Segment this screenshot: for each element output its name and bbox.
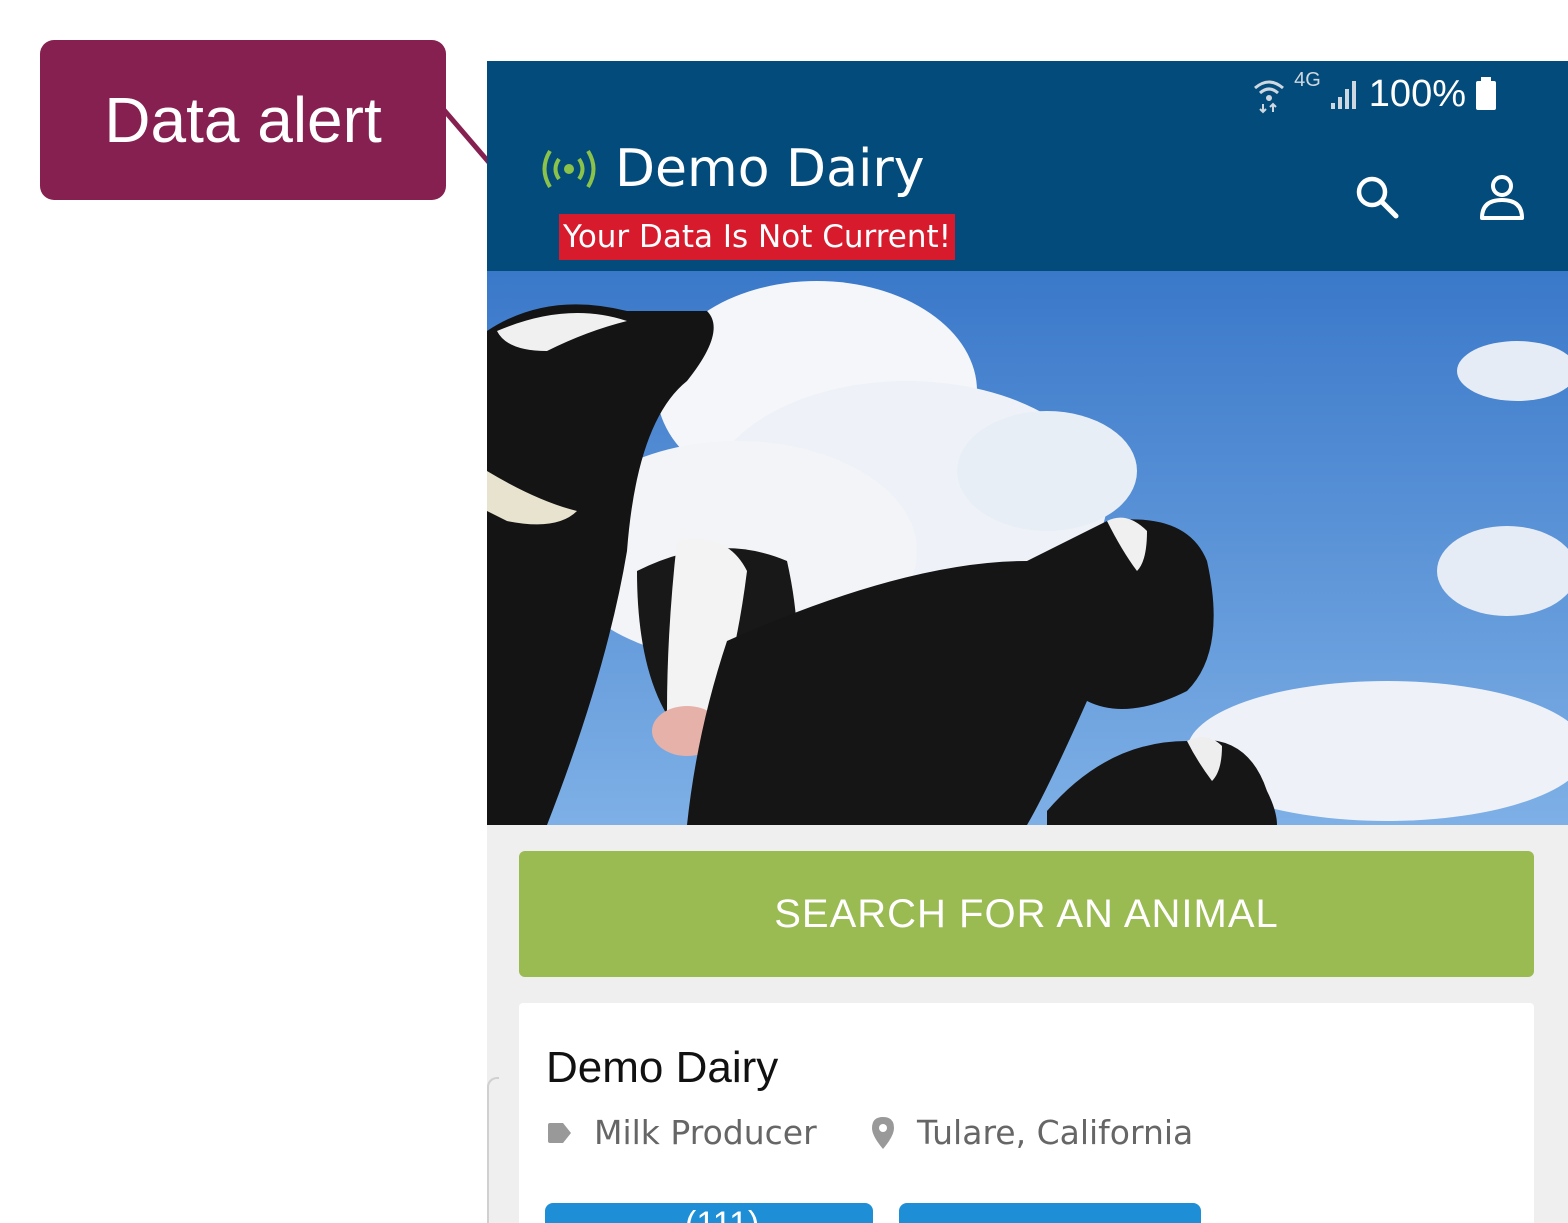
app-brand-row: Demo Dairy <box>539 143 925 195</box>
animal-count-label: (111) <box>685 1205 759 1223</box>
signal-icon <box>1330 81 1356 109</box>
farm-location: Tulare, California <box>871 1113 1193 1152</box>
status-bar: 4G 100% <box>1252 69 1498 119</box>
app-title: Demo Dairy <box>615 139 925 199</box>
user-icon <box>1480 175 1524 220</box>
farm-type: Milk Producer <box>546 1113 817 1152</box>
secondary-chip[interactable] <box>899 1203 1201 1223</box>
battery-percent: 100% <box>1368 72 1466 115</box>
sync-broadcast-icon <box>542 149 596 189</box>
battery-icon <box>1476 77 1496 110</box>
animal-count-chip[interactable]: (111) <box>545 1203 873 1223</box>
hero-cows-image <box>487 271 1568 825</box>
side-edge-decoration <box>487 1077 499 1223</box>
data-alert-callout: Data alert <box>40 40 446 200</box>
search-button[interactable] <box>1347 167 1407 227</box>
wifi-icon <box>1254 80 1285 114</box>
farm-info-card: Demo Dairy Milk Producer Tulare, Califor… <box>519 1003 1534 1223</box>
farm-name: Demo Dairy <box>546 1043 779 1092</box>
network-type-label: 4G <box>1294 69 1321 91</box>
search-icon <box>1356 176 1399 219</box>
location-pin-icon <box>871 1116 895 1150</box>
callout-label: Data alert <box>104 84 382 156</box>
phone-screen: 4G 100% Demo Dairy Your Data Is Not Curr… <box>487 61 1568 1223</box>
farm-type-label: Milk Producer <box>594 1113 817 1152</box>
account-button[interactable] <box>1472 167 1532 227</box>
tag-icon <box>546 1122 572 1144</box>
search-for-animal-button[interactable]: SEARCH FOR AN ANIMAL <box>519 851 1534 977</box>
app-bar: 4G 100% Demo Dairy Your Data Is Not Curr… <box>487 61 1568 271</box>
farm-location-label: Tulare, California <box>917 1113 1194 1152</box>
data-not-current-alert: Your Data Is Not Current! <box>559 214 956 260</box>
